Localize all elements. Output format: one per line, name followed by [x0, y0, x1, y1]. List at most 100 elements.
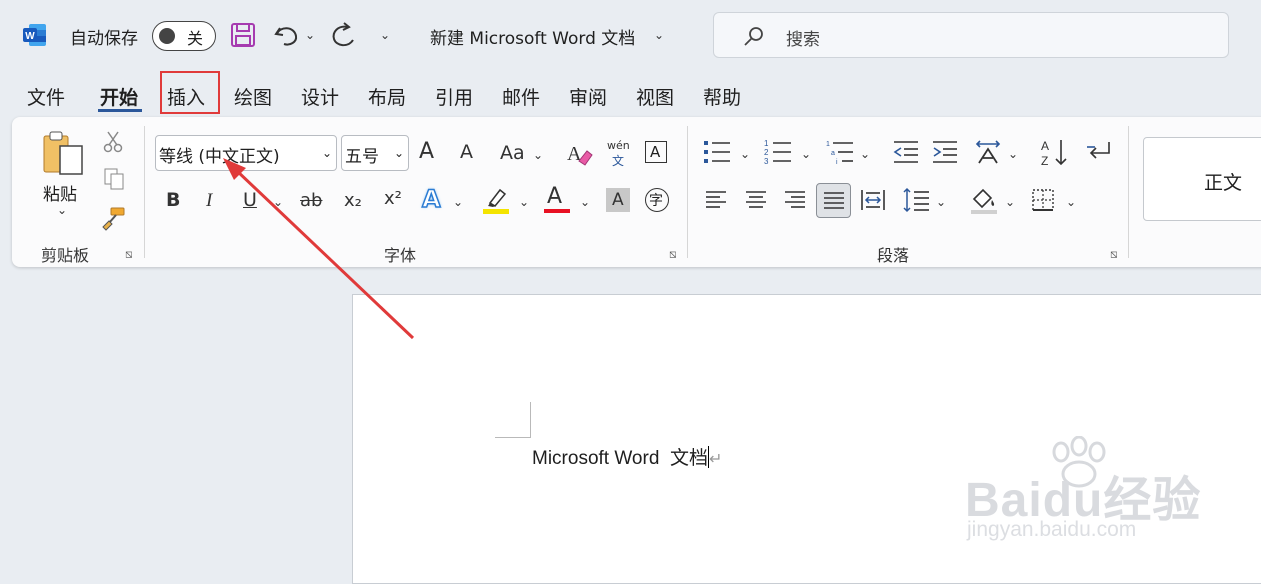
text-effects-icon[interactable]: A — [421, 186, 441, 212]
baidu-watermark-url: jingyan.baidu.com — [967, 518, 1137, 541]
numbering-chevron-icon[interactable]: ⌄ — [801, 147, 811, 161]
tab-layout[interactable]: 布局 — [368, 83, 406, 110]
phonetic-guide-top[interactable]: wén — [607, 139, 630, 152]
font-color-chevron-icon[interactable]: ⌄ — [580, 195, 590, 209]
change-case-chevron-icon[interactable]: ⌄ — [533, 148, 543, 162]
search-icon — [744, 27, 763, 46]
paste-clipboard-icon[interactable] — [40, 128, 86, 178]
text-direction-chevron-icon[interactable]: ⌄ — [1008, 147, 1018, 161]
clear-formatting-icon[interactable]: A — [565, 139, 593, 167]
font-group-label: 字体 — [384, 246, 417, 265]
bold-icon[interactable]: B — [166, 191, 180, 210]
baidu-watermark: Baidu经验 jingyan.baidu.com — [965, 436, 1205, 546]
sort-icon[interactable]: A Z — [1040, 137, 1070, 167]
highlighter-chevron-icon[interactable]: ⌄ — [519, 195, 529, 209]
multilevel-chevron-icon[interactable]: ⌄ — [860, 147, 870, 161]
search-input[interactable]: 搜索 — [713, 12, 1229, 58]
tab-mailings[interactable]: 邮件 — [502, 83, 540, 110]
text-direction-icon[interactable] — [974, 139, 1002, 165]
insert-tab-highlight-box — [160, 71, 220, 114]
justify-button[interactable] — [816, 183, 851, 218]
borders-icon[interactable] — [1031, 188, 1055, 212]
bullets-icon[interactable] — [703, 139, 731, 165]
align-center-icon[interactable] — [744, 188, 768, 212]
clipboard-group-label: 剪贴板 — [41, 246, 90, 265]
show-paragraph-marks-icon[interactable] — [1085, 139, 1113, 165]
shrink-font-icon[interactable]: A — [460, 143, 473, 162]
enclose-glyph: 字 — [649, 193, 663, 209]
svg-text:a: a — [831, 150, 835, 157]
character-shading-icon[interactable]: A — [606, 188, 630, 212]
svg-text:W: W — [25, 31, 35, 42]
undo-icon[interactable] — [272, 20, 302, 50]
grow-font-icon[interactable]: A — [419, 141, 434, 163]
save-icon[interactable] — [230, 22, 256, 48]
paragraph-dialog-launcher-icon[interactable]: ⧅ — [1110, 247, 1118, 262]
tab-file[interactable]: 文件 — [27, 83, 65, 110]
subscript-icon[interactable]: x₂ — [344, 192, 362, 210]
search-placeholder: 搜索 — [786, 30, 820, 50]
character-border-icon[interactable]: A — [645, 141, 667, 163]
font-name-select[interactable]: 等线 (中文正文) ⌄ — [155, 135, 337, 171]
enclose-characters-icon[interactable]: 字 — [645, 188, 669, 212]
text-effects-chevron-icon[interactable]: ⌄ — [453, 195, 463, 209]
undo-dropdown-chevron-icon[interactable]: ⌄ — [305, 28, 315, 42]
font-color-icon[interactable]: A — [547, 186, 562, 208]
active-tab-indicator — [98, 109, 142, 112]
underline-icon[interactable]: U — [243, 191, 257, 210]
style-normal-label: 正文 — [1204, 172, 1243, 194]
highlighter-icon[interactable] — [482, 186, 510, 214]
paste-dropdown-chevron-icon[interactable]: ⌄ — [57, 203, 67, 217]
tab-review[interactable]: 审阅 — [569, 83, 607, 110]
document-text: Microsoft Word 文档 — [532, 448, 708, 469]
multilevel-list-icon[interactable]: 1 a i — [826, 138, 854, 166]
line-spacing-chevron-icon[interactable]: ⌄ — [936, 195, 946, 209]
bullets-chevron-icon[interactable]: ⌄ — [740, 147, 750, 161]
cut-scissors-icon[interactable] — [103, 130, 123, 154]
margin-corner-mark — [495, 437, 531, 438]
change-case-icon[interactable]: Aa — [500, 144, 525, 163]
tab-help[interactable]: 帮助 — [703, 83, 741, 110]
tab-draw[interactable]: 绘图 — [234, 83, 272, 110]
underline-chevron-icon[interactable]: ⌄ — [273, 195, 283, 209]
font-dialog-launcher-icon[interactable]: ⧅ — [669, 247, 677, 262]
line-spacing-icon[interactable] — [902, 186, 930, 214]
svg-text:3: 3 — [764, 157, 769, 166]
borders-chevron-icon[interactable]: ⌄ — [1066, 195, 1076, 209]
tab-view[interactable]: 视图 — [636, 83, 674, 110]
copy-icon[interactable] — [102, 167, 126, 191]
align-right-icon[interactable] — [783, 188, 807, 212]
svg-text:1: 1 — [764, 139, 769, 148]
title-chevron-down-icon[interactable]: ⌄ — [654, 28, 664, 42]
justify-icon — [824, 192, 844, 209]
paragraph-group-label: 段落 — [877, 246, 910, 265]
shading-chevron-icon[interactable]: ⌄ — [1005, 195, 1015, 209]
format-painter-icon[interactable] — [101, 205, 127, 231]
italic-icon[interactable]: I — [206, 191, 212, 210]
svg-text:A: A — [1041, 139, 1049, 153]
document-body-text[interactable]: Microsoft Word 文档↵ — [532, 443, 722, 470]
document-title[interactable]: 新建 Microsoft Word 文档 — [430, 24, 635, 49]
align-left-icon[interactable] — [704, 188, 728, 212]
tab-home[interactable]: 开始 — [100, 83, 138, 110]
decrease-indent-icon[interactable] — [892, 139, 920, 165]
phonetic-guide-icon[interactable]: 文 — [612, 152, 624, 169]
superscript-icon[interactable]: x² — [384, 190, 402, 208]
numbering-icon[interactable]: 1 2 3 — [764, 138, 792, 166]
tab-references[interactable]: 引用 — [435, 83, 473, 110]
increase-indent-icon[interactable] — [931, 139, 959, 165]
word-app-icon: W — [23, 24, 46, 46]
distributed-align-icon[interactable] — [860, 188, 886, 212]
autosave-toggle[interactable]: 关 — [152, 21, 216, 51]
strikethrough-icon[interactable]: ab — [300, 192, 322, 210]
chevron-down-icon: ⌄ — [321, 146, 332, 160]
tab-design[interactable]: 设计 — [301, 83, 339, 110]
shading-paint-bucket-icon[interactable] — [970, 186, 998, 214]
customize-qat-icon[interactable]: ⌄ — [380, 28, 390, 42]
redo-icon[interactable] — [328, 20, 358, 50]
style-normal[interactable]: 正文 — [1143, 137, 1261, 221]
paste-label[interactable]: 粘贴 — [43, 180, 77, 205]
font-size-select[interactable]: 五号 ⌄ — [341, 135, 409, 171]
clipboard-dialog-launcher-icon[interactable]: ⧅ — [125, 247, 133, 262]
font-size-value: 五号 — [345, 147, 379, 167]
